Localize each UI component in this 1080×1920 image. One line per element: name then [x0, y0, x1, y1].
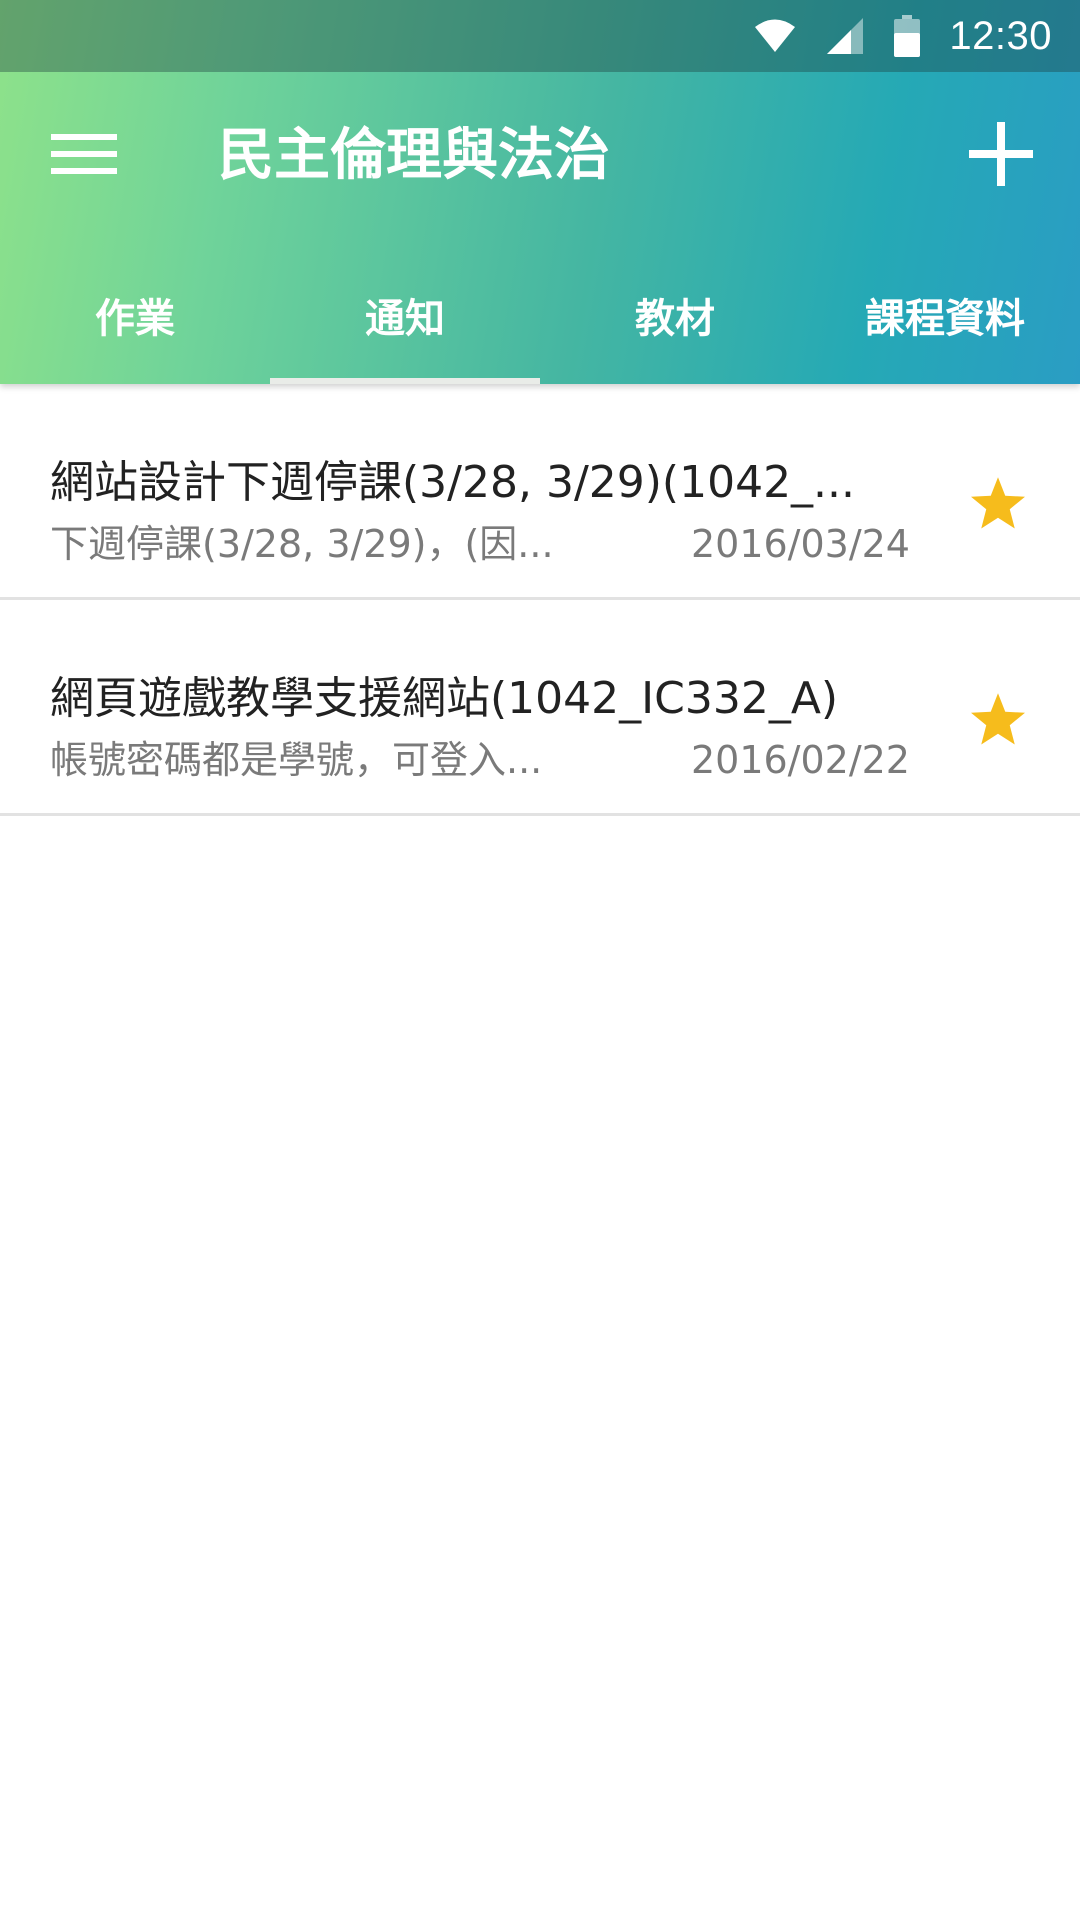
tab-label: 課程資料 — [865, 296, 1025, 342]
status-icons: 12:30 — [753, 0, 1052, 72]
active-tab-indicator — [270, 378, 540, 384]
notification-preview: 帳號密碼都是學號，可登入... — [50, 738, 543, 782]
tab-bar: 作業 通知 教材 課程資料 — [0, 240, 1080, 384]
tab-notifications[interactable]: 通知 — [270, 240, 540, 384]
tab-label: 教材 — [635, 296, 715, 342]
notification-date: 2016/02/22 — [690, 738, 910, 782]
star-icon — [968, 475, 1028, 537]
toolbar: 民主倫理與法治 — [0, 72, 1080, 240]
cell-signal-icon — [825, 16, 865, 56]
notification-date: 2016/03/24 — [690, 522, 910, 566]
star-icon — [968, 691, 1028, 753]
notification-list: 網站設計下週停課(3/28, 3/29)(1042_... 下週停課(3/28,… — [0, 384, 1080, 816]
notification-preview: 下週停課(3/28, 3/29)，(因... — [50, 522, 554, 566]
star-button[interactable] — [966, 690, 1030, 754]
hamburger-menu-icon — [51, 132, 117, 180]
menu-button[interactable] — [34, 116, 134, 196]
status-time: 12:30 — [949, 14, 1052, 58]
tab-label: 作業 — [95, 296, 175, 342]
add-button[interactable] — [956, 116, 1046, 196]
wifi-icon — [753, 18, 797, 54]
notification-title: 網頁遊戲教學支援網站(1042_IC332_A) — [50, 673, 839, 724]
plus-icon — [969, 122, 1033, 190]
notification-title: 網站設計下週停課(3/28, 3/29)(1042_... — [50, 457, 856, 508]
app-header: 12:30 民主倫理與法治 作業 通知 教材 課程資料 — [0, 0, 1080, 384]
tab-label: 通知 — [365, 296, 445, 342]
tab-course-info[interactable]: 課程資料 — [810, 240, 1080, 384]
tab-assignments[interactable]: 作業 — [0, 240, 270, 384]
list-item[interactable]: 網頁遊戲教學支援網站(1042_IC332_A) 帳號密碼都是學號，可登入...… — [0, 600, 1080, 816]
list-item[interactable]: 網站設計下週停課(3/28, 3/29)(1042_... 下週停課(3/28,… — [0, 384, 1080, 600]
page-title: 民主倫理與法治 — [218, 123, 610, 188]
battery-icon — [893, 15, 921, 57]
star-button[interactable] — [966, 474, 1030, 538]
status-bar: 12:30 — [0, 0, 1080, 72]
tab-materials[interactable]: 教材 — [540, 240, 810, 384]
